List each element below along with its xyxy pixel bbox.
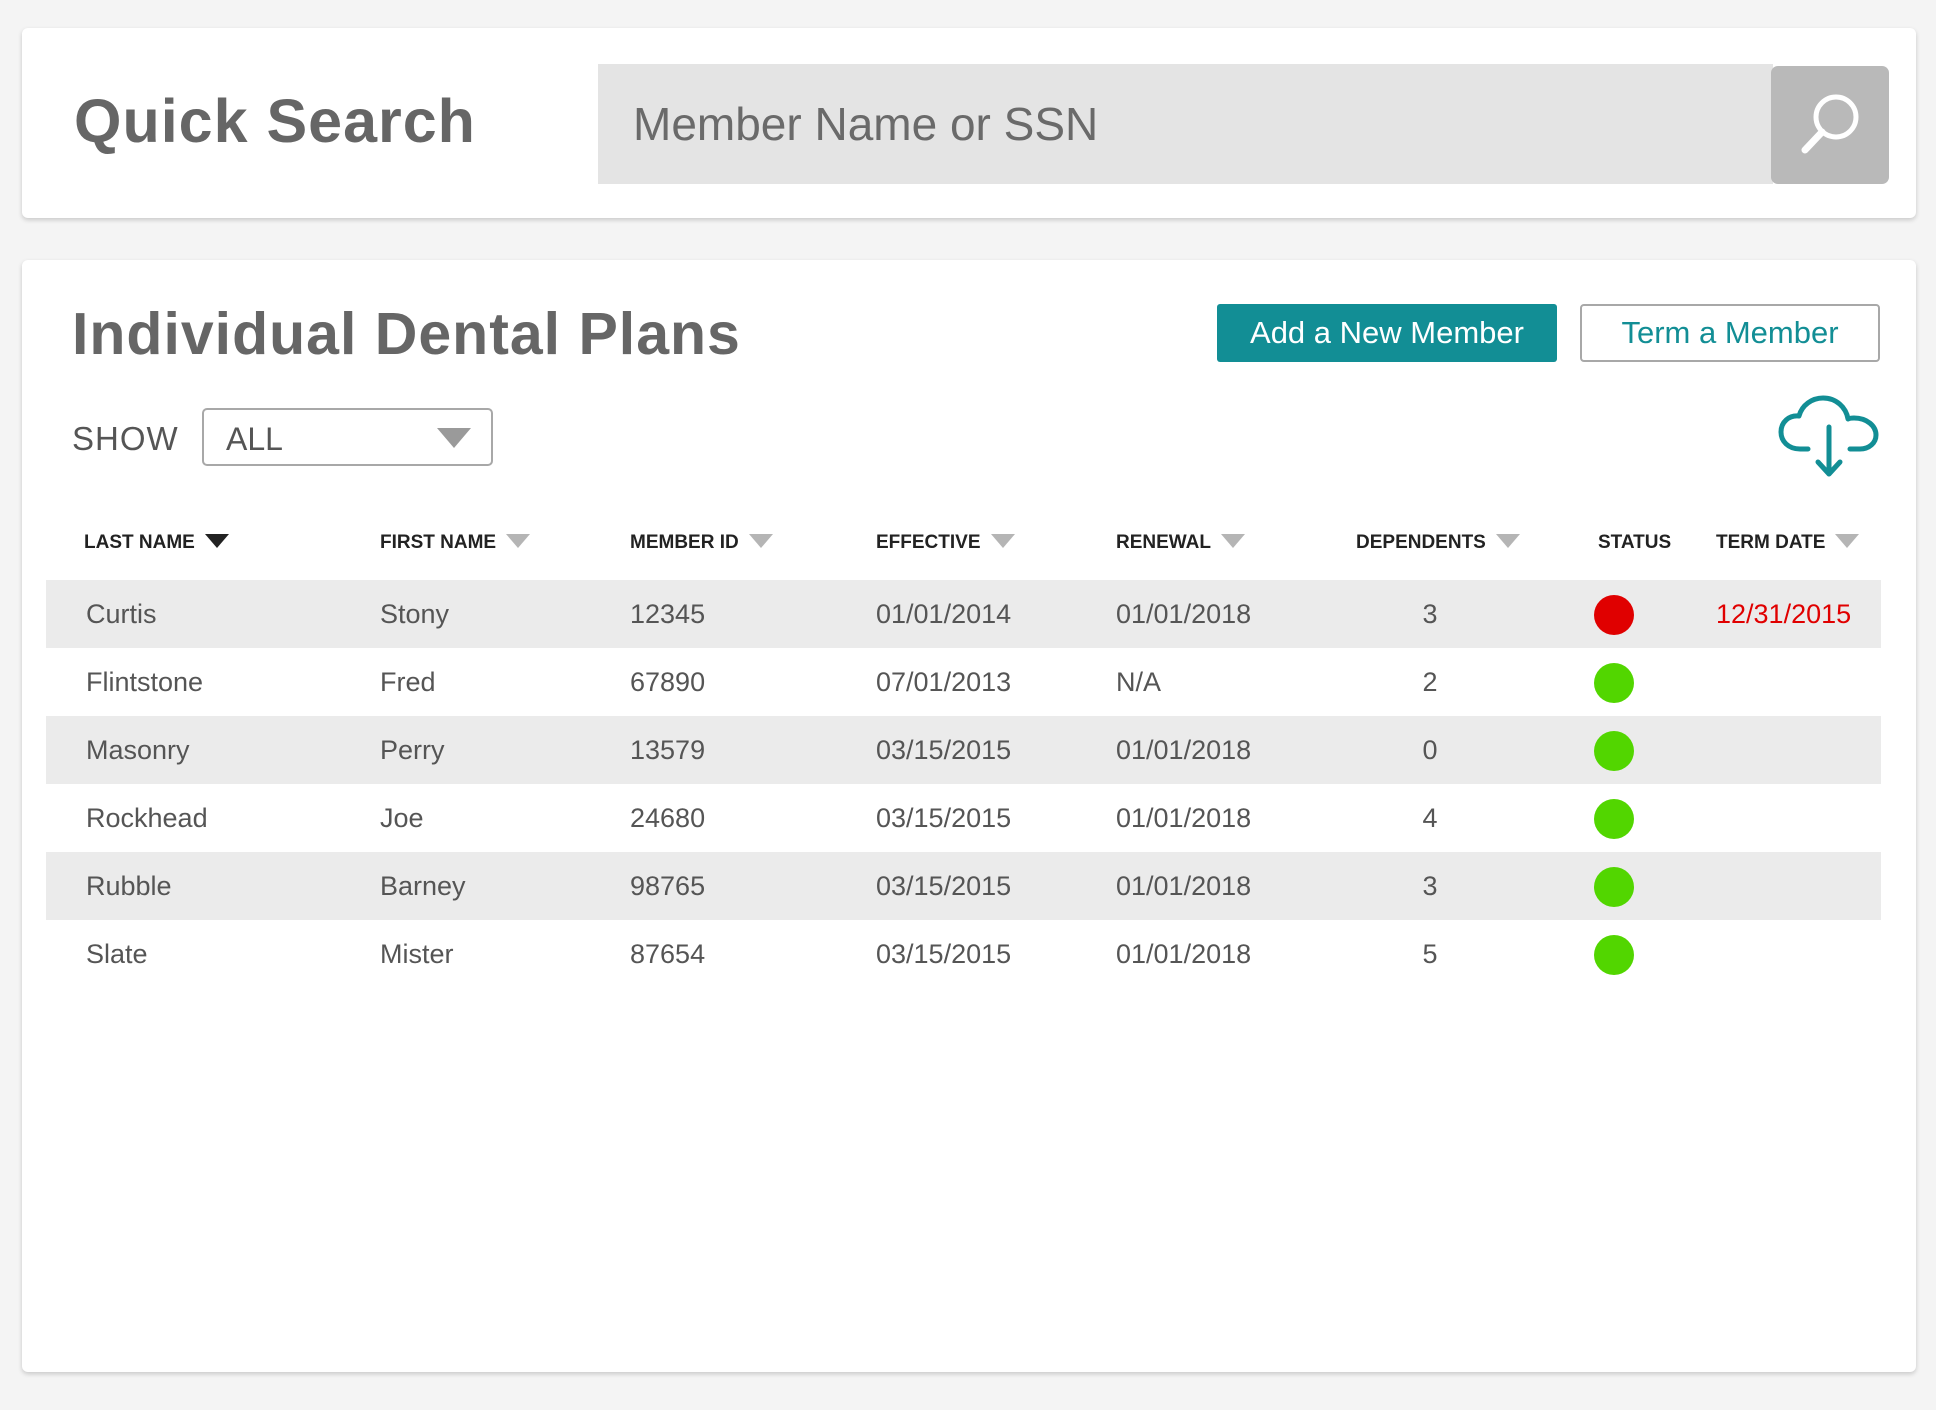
cell-renewal: N/A — [1116, 667, 1162, 697]
cell-last-name: Slate — [86, 939, 148, 969]
show-filter-select[interactable]: ALL — [202, 408, 493, 466]
cell-effective: 03/15/2015 — [876, 735, 1012, 765]
sort-arrow-icon — [748, 533, 773, 548]
cell-renewal: 01/01/2018 — [1116, 803, 1252, 833]
cell-last-name: Masonry — [86, 735, 190, 765]
col-header-last-name[interactable]: LAST NAME — [84, 505, 229, 580]
cell-term-date: 12/31/2015 — [1716, 599, 1852, 629]
col-header-dependents[interactable]: DEPENDENTS — [1356, 505, 1520, 580]
cell-effective: 03/15/2015 — [876, 871, 1012, 901]
table-row[interactable]: Rubble Barney 98765 03/15/2015 01/01/201… — [46, 852, 1881, 920]
cell-effective: 07/01/2013 — [876, 667, 1012, 697]
col-header-member-id[interactable]: MEMBER ID — [630, 505, 773, 580]
cell-renewal: 01/01/2018 — [1116, 599, 1252, 629]
status-dot-icon — [1594, 731, 1634, 771]
table-row[interactable]: Curtis Stony 12345 01/01/2014 01/01/2018… — [46, 580, 1881, 648]
dental-plans-card: Individual Dental Plans Add a New Member… — [22, 260, 1916, 1372]
cell-dependents: 5 — [1422, 939, 1438, 969]
chevron-down-icon — [437, 428, 471, 448]
quick-search-title: Quick Search — [74, 87, 476, 155]
col-header-effective[interactable]: EFFECTIVE — [876, 505, 1015, 580]
col-header-renewal[interactable]: RENEWAL — [1116, 505, 1245, 580]
cell-last-name: Flintstone — [86, 667, 204, 697]
cell-dependents: 3 — [1422, 871, 1438, 901]
cell-first-name: Mister — [380, 939, 454, 969]
cell-last-name: Rubble — [86, 871, 172, 901]
status-dot-icon — [1594, 663, 1634, 703]
sort-arrow-icon — [990, 533, 1015, 548]
cell-dependents: 2 — [1422, 667, 1438, 697]
magnifier-icon — [1771, 87, 1889, 163]
show-filter-label: SHOW — [72, 420, 179, 457]
cell-first-name: Fred — [380, 667, 436, 697]
cell-member-id: 67890 — [630, 667, 706, 697]
cell-member-id: 24680 — [630, 803, 706, 833]
cloud-download-icon — [1778, 395, 1880, 483]
cell-effective: 03/15/2015 — [876, 803, 1012, 833]
add-member-button[interactable]: Add a New Member — [1217, 304, 1557, 362]
cell-renewal: 01/01/2018 — [1116, 871, 1252, 901]
cell-member-id: 98765 — [630, 871, 706, 901]
cell-member-id: 12345 — [630, 599, 706, 629]
members-table: LAST NAME FIRST NAME MEMBER ID EFFECTIVE… — [46, 505, 1881, 988]
sort-arrow-icon — [1495, 533, 1520, 548]
cell-renewal: 01/01/2018 — [1116, 735, 1252, 765]
status-dot-icon — [1594, 595, 1634, 635]
cell-effective: 03/15/2015 — [876, 939, 1012, 969]
cell-last-name: Curtis — [86, 599, 157, 629]
cell-dependents: 0 — [1422, 735, 1438, 765]
cell-renewal: 01/01/2018 — [1116, 939, 1252, 969]
cell-first-name: Perry — [380, 735, 445, 765]
cell-member-id: 13579 — [630, 735, 706, 765]
quick-search-card: Quick Search — [22, 28, 1916, 218]
cell-dependents: 3 — [1422, 599, 1438, 629]
search-input[interactable] — [598, 64, 1773, 184]
cell-first-name: Stony — [380, 599, 450, 629]
status-dot-icon — [1594, 867, 1634, 907]
col-header-status: STATUS — [1598, 532, 1672, 553]
sort-arrow-icon — [506, 533, 531, 548]
sort-arrow-icon — [1835, 533, 1860, 548]
table-row[interactable]: Flintstone Fred 67890 07/01/2013 N/A 2 — [46, 648, 1881, 716]
table-row[interactable]: Slate Mister 87654 03/15/2015 01/01/2018… — [46, 920, 1881, 988]
cell-effective: 01/01/2014 — [876, 599, 1012, 629]
download-button[interactable] — [1778, 395, 1880, 479]
table-header: LAST NAME FIRST NAME MEMBER ID EFFECTIVE… — [46, 505, 1881, 580]
table-row[interactable]: Rockhead Joe 24680 03/15/2015 01/01/2018… — [46, 784, 1881, 852]
sort-arrow-icon — [1221, 533, 1245, 548]
cell-first-name: Joe — [380, 803, 424, 833]
search-button[interactable] — [1771, 66, 1889, 184]
cell-last-name: Rockhead — [86, 803, 208, 833]
show-filter-value: ALL — [226, 421, 283, 457]
col-header-first-name[interactable]: FIRST NAME — [380, 505, 531, 580]
page-title: Individual Dental Plans — [72, 301, 741, 367]
status-dot-icon — [1594, 799, 1634, 839]
table-row[interactable]: Masonry Perry 13579 03/15/2015 01/01/201… — [46, 716, 1881, 784]
sort-desc-icon — [204, 533, 229, 548]
status-dot-icon — [1594, 935, 1634, 975]
col-header-term-date[interactable]: TERM DATE — [1716, 505, 1860, 580]
term-member-button[interactable]: Term a Member — [1580, 304, 1880, 362]
cell-first-name: Barney — [380, 871, 466, 901]
cell-dependents: 4 — [1422, 803, 1438, 833]
cell-member-id: 87654 — [630, 939, 706, 969]
